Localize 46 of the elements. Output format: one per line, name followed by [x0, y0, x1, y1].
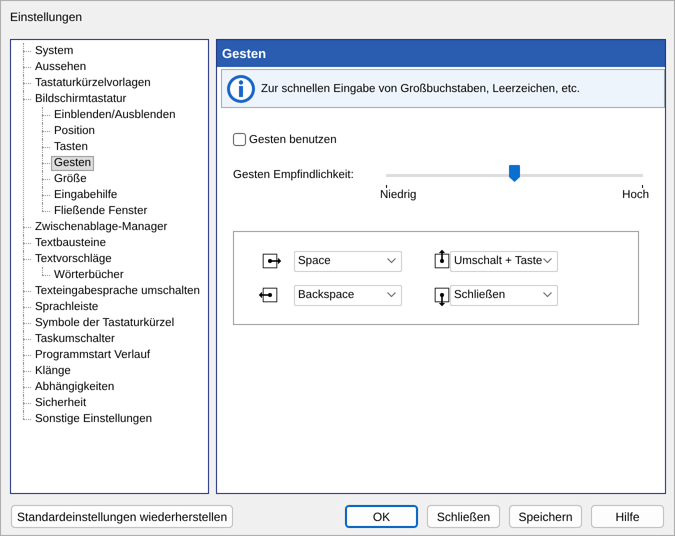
tree-item[interactable]: Sonstige Einstellungen: [32, 412, 155, 426]
chevron-down-icon: [387, 292, 396, 298]
tree-item[interactable]: Tasten: [51, 140, 91, 154]
tree-item[interactable]: Taskumschalter: [32, 332, 118, 346]
tree-item[interactable]: Sicherheit: [32, 396, 90, 410]
tree-item[interactable]: Klänge: [32, 364, 74, 378]
chevron-down-icon: [543, 292, 552, 298]
tree-item[interactable]: Gesten: [51, 156, 94, 170]
tree-item[interactable]: Wörterbücher: [51, 268, 127, 282]
tree-item[interactable]: Sprachleiste: [32, 300, 102, 314]
checkbox-label: Gesten benutzen: [249, 134, 337, 146]
slider-thumb[interactable]: [508, 165, 520, 182]
window-title: Einstellungen: [10, 10, 82, 24]
reset-button[interactable]: Standardeinstellungen wiederherstellen: [11, 505, 234, 528]
tree-item[interactable]: Programmstart Verlauf: [32, 348, 154, 362]
tree-item[interactable]: Texteingabesprache umschalten: [32, 284, 203, 298]
min-label: Niedrig: [380, 189, 416, 201]
dialog-button[interactable]: OK: [345, 505, 418, 528]
tree-item[interactable]: Aussehen: [32, 60, 90, 74]
chevron-down-icon: [543, 258, 552, 264]
gesture-dropdown[interactable]: Backspace: [294, 284, 402, 306]
tree-item[interactable]: Abhängigkeiten: [32, 380, 118, 394]
max-label: Hoch: [622, 189, 649, 201]
gesture-dropdown[interactable]: Schließen: [450, 284, 558, 306]
tree-item[interactable]: Textbausteine: [32, 236, 109, 250]
dialog-button[interactable]: Hilfe: [591, 505, 664, 528]
tree-item[interactable]: System: [32, 44, 76, 58]
dialog-button[interactable]: Schließen: [427, 505, 500, 528]
tree-item[interactable]: Tastaturkürzelvorlagen: [32, 76, 154, 90]
tree-item[interactable]: Zwischenablage-Manager: [32, 220, 170, 234]
info-text: Zur schnellen Eingabe von Großbuchstaben, Leerzeichen, etc.: [261, 82, 580, 94]
gesture-dropdown[interactable]: Umschalt + Taste: [450, 250, 558, 272]
info-icon: [226, 74, 256, 104]
tree-item[interactable]: Bildschirmtastatur: [32, 92, 130, 106]
tree-item[interactable]: Größe: [51, 172, 90, 186]
tree-item[interactable]: Position: [51, 124, 98, 138]
tree-item[interactable]: Eingabehilfe: [51, 188, 120, 202]
tree-item[interactable]: Fließende Fenster: [51, 204, 150, 218]
tree-item[interactable]: Einblenden/Ausblenden: [51, 108, 178, 122]
chevron-down-icon: [387, 258, 396, 264]
checkbox[interactable]: [233, 133, 246, 146]
dialog-button[interactable]: Speichern: [509, 505, 582, 528]
gesture-dropdown[interactable]: Space: [294, 250, 402, 272]
tree-item[interactable]: Symbole der Tastaturkürzel: [32, 316, 178, 330]
panel-title: Gesten: [217, 40, 665, 67]
tree-item[interactable]: Textvorschläge: [32, 252, 115, 266]
